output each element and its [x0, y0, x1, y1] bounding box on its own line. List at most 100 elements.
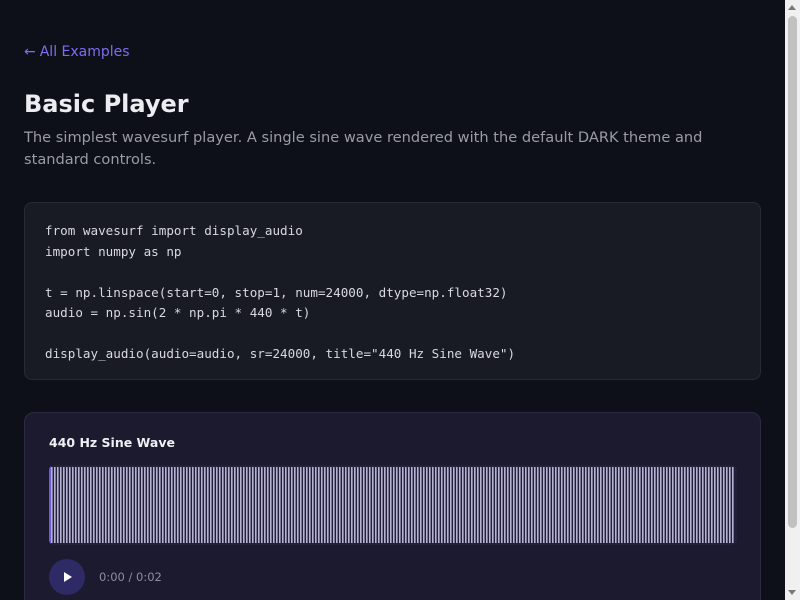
waveform-bar [678, 467, 680, 543]
waveform-bar [333, 467, 335, 543]
waveform-bar [162, 467, 164, 543]
waveform-bar [705, 467, 707, 543]
waveform-bar [57, 467, 59, 543]
waveform-bar [699, 467, 701, 543]
waveform-bar [126, 467, 128, 543]
waveform-bar [525, 467, 527, 543]
waveform-bar [708, 467, 710, 543]
waveform-bar [696, 467, 698, 543]
waveform-bar [150, 467, 152, 543]
time-readout: 0:00 / 0:02 [99, 570, 162, 584]
waveform-bar [66, 467, 68, 543]
waveform-bar [543, 467, 545, 543]
waveform-bar [306, 467, 308, 543]
waveform-bar [300, 467, 302, 543]
waveform-bar [147, 467, 149, 543]
waveform-bar [351, 467, 353, 543]
waveform-bar [168, 467, 170, 543]
code-line: audio = np.sin(2 * np.pi * 440 * t) [45, 305, 311, 320]
waveform-bar [561, 467, 563, 543]
waveform-bar [615, 467, 617, 543]
waveform-bar [732, 467, 734, 543]
waveform-bar [483, 467, 485, 543]
waveform-bar [471, 467, 473, 543]
waveform-bar [660, 467, 662, 543]
waveform-bar [240, 467, 242, 543]
back-arrow-icon: ← [24, 44, 36, 60]
waveform-bar [231, 467, 233, 543]
waveform-bar [606, 467, 608, 543]
waveform-bar [282, 467, 284, 543]
waveform-bar [609, 467, 611, 543]
waveform-bar [690, 467, 692, 543]
waveform-bar [402, 467, 404, 543]
time-separator: / [124, 570, 137, 584]
waveform-bar [498, 467, 500, 543]
page-scrollbar[interactable] [785, 0, 800, 600]
waveform-bar [663, 467, 665, 543]
waveform-bar [570, 467, 572, 543]
waveform-bar [108, 467, 110, 543]
waveform-bar [711, 467, 713, 543]
play-button[interactable] [49, 559, 85, 595]
audio-player: 440 Hz Sine Wave 0:00 / 0:02 [24, 412, 761, 600]
waveform-bar [579, 467, 581, 543]
waveform-bar [465, 467, 467, 543]
waveform-bar [171, 467, 173, 543]
all-examples-link[interactable]: ← All Examples [24, 43, 130, 61]
waveform-bar [546, 467, 548, 543]
waveform-bar [345, 467, 347, 543]
waveform-bar [141, 467, 143, 543]
waveform-bar [450, 467, 452, 543]
waveform-bar [309, 467, 311, 543]
waveform-bar [396, 467, 398, 543]
waveform-bar [117, 467, 119, 543]
waveform-bar [513, 467, 515, 543]
waveform[interactable] [49, 465, 737, 545]
scroll-up-icon[interactable] [788, 5, 796, 10]
waveform-bar [51, 467, 53, 543]
code-line: display_audio(audio=audio, sr=24000, tit… [45, 346, 516, 361]
waveform-bar [393, 467, 395, 543]
scroll-down-icon[interactable] [788, 590, 796, 595]
waveform-bar [729, 467, 731, 543]
waveform-bar [273, 467, 275, 543]
waveform-bar [75, 467, 77, 543]
waveform-bar [225, 467, 227, 543]
waveform-bar [633, 467, 635, 543]
progress-cursor[interactable] [49, 465, 51, 545]
waveform-bar [558, 467, 560, 543]
waveform-bars [51, 467, 734, 543]
waveform-bar [441, 467, 443, 543]
waveform-bar [255, 467, 257, 543]
waveform-bar [84, 467, 86, 543]
waveform-bar [636, 467, 638, 543]
waveform-bar [96, 467, 98, 543]
waveform-bar [522, 467, 524, 543]
waveform-bar [99, 467, 101, 543]
waveform-bar [447, 467, 449, 543]
waveform-bar [684, 467, 686, 543]
waveform-bar [93, 467, 95, 543]
page-title: Basic Player [24, 90, 189, 118]
waveform-bar [651, 467, 653, 543]
waveform-bar [222, 467, 224, 543]
waveform-bar [414, 467, 416, 543]
waveform-bar [717, 467, 719, 543]
waveform-bar [237, 467, 239, 543]
waveform-bar [438, 467, 440, 543]
waveform-bar [507, 467, 509, 543]
waveform-bar [252, 467, 254, 543]
waveform-bar [324, 467, 326, 543]
waveform-bar [339, 467, 341, 543]
waveform-bar [111, 467, 113, 543]
waveform-bar [276, 467, 278, 543]
waveform-bar [81, 467, 83, 543]
scroll-thumb[interactable] [788, 16, 797, 528]
waveform-bar [243, 467, 245, 543]
waveform-bar [201, 467, 203, 543]
waveform-bar [408, 467, 410, 543]
waveform-bar [366, 467, 368, 543]
waveform-bar [384, 467, 386, 543]
